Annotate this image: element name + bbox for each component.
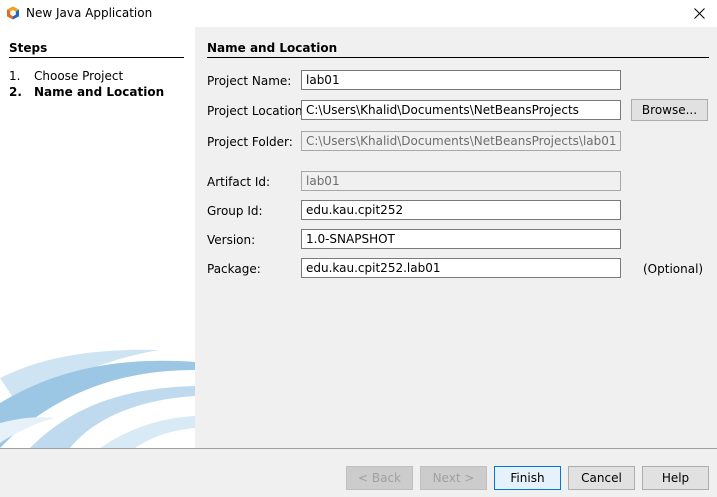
step-label: Choose Project: [34, 69, 124, 83]
back-button[interactable]: < Back: [346, 466, 413, 490]
version-input[interactable]: 1.0-SNAPSHOT: [301, 229, 621, 249]
project-location-input[interactable]: C:\Users\Khalid\Documents\NetBeansProjec…: [301, 100, 621, 120]
browse-button[interactable]: Browse...: [631, 99, 708, 121]
group-id-label: Group Id:: [207, 204, 263, 218]
section-title: Name and Location: [207, 41, 338, 55]
steps-panel: Steps 1. Choose Project 2. Name and Locati…: [0, 27, 195, 448]
project-name-input[interactable]: lab01: [301, 70, 621, 90]
window-title: New Java Application: [26, 6, 153, 20]
finish-button[interactable]: Finish: [494, 466, 561, 490]
decorative-swoosh-graphic: [0, 349, 195, 448]
step-choose-project: 1. Choose Project: [9, 69, 124, 83]
netbeans-cube-icon: [6, 6, 20, 20]
project-name-label: Project Name:: [207, 74, 292, 88]
steps-header: Steps: [9, 41, 48, 55]
package-input[interactable]: edu.kau.cpit252.lab01: [301, 258, 621, 278]
artifact-id-field: lab01: [301, 171, 621, 191]
button-bar-divider: [0, 448, 717, 449]
steps-divider: [9, 57, 184, 58]
title-bar: New Java Application: [0, 0, 717, 27]
project-location-label: Project Location:: [207, 104, 307, 118]
project-folder-field: C:\Users\Khalid\Documents\NetBeansProjec…: [301, 131, 621, 151]
group-id-input[interactable]: edu.kau.cpit252: [301, 200, 621, 220]
help-button[interactable]: Help: [642, 466, 709, 490]
artifact-id-label: Artifact Id:: [207, 175, 271, 189]
package-label: Package:: [207, 262, 261, 276]
optional-hint: (Optional): [643, 262, 704, 276]
next-button[interactable]: Next >: [420, 466, 487, 490]
close-button[interactable]: [681, 0, 717, 27]
version-label: Version:: [207, 233, 256, 247]
step-label: Name and Location: [34, 85, 165, 99]
close-icon: [693, 8, 705, 19]
name-and-location-panel: Name and Location Project Name: lab01 Pr…: [195, 27, 717, 448]
step-name-and-location: 2. Name and Location: [9, 85, 165, 99]
project-folder-label: Project Folder:: [207, 135, 293, 149]
section-divider: [207, 57, 709, 58]
cancel-button[interactable]: Cancel: [568, 466, 635, 490]
